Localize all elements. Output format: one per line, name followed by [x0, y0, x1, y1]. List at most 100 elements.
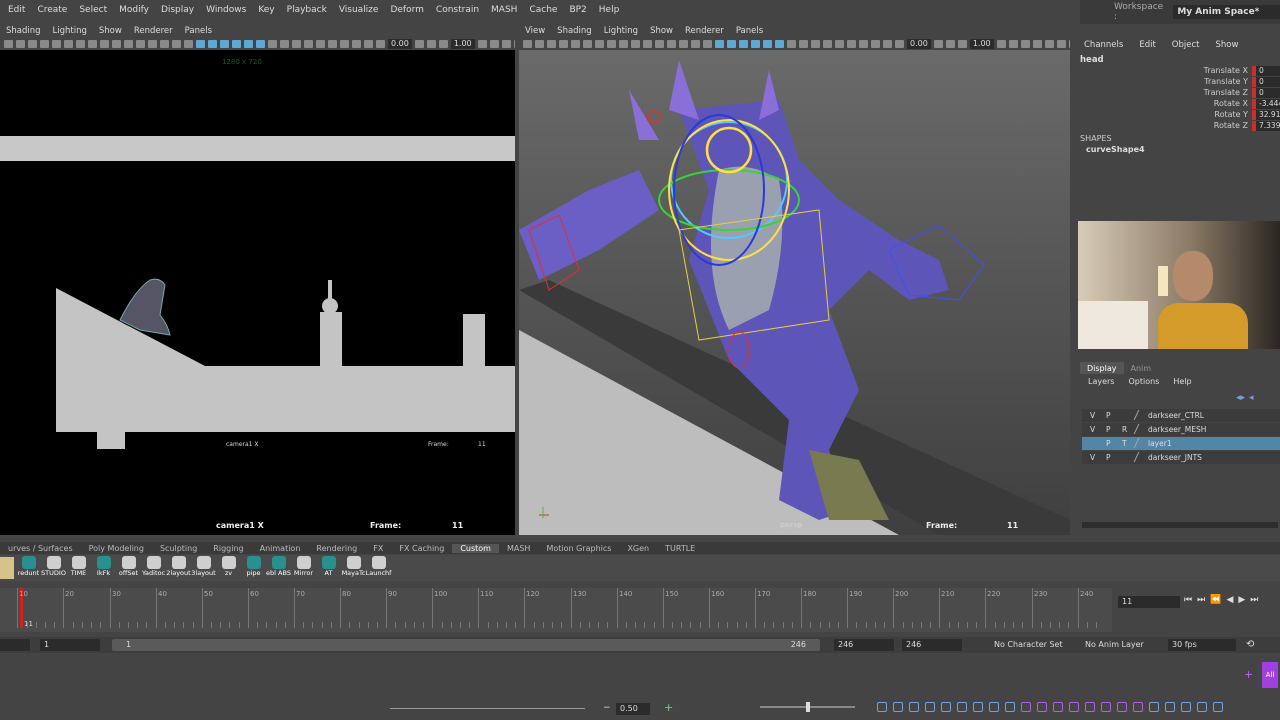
shelf-button-redunt[interactable]: redunt	[16, 555, 41, 581]
shelf-button-at[interactable]: AT	[316, 555, 341, 581]
attr-value-rotate-x[interactable]: -3.444	[1256, 99, 1280, 109]
add-purple-icon[interactable]: +	[1244, 668, 1253, 681]
viewport-tool-icon[interactable]	[595, 40, 604, 48]
layer-tab-anim[interactable]: Anim	[1124, 362, 1159, 374]
viewport-tool-icon[interactable]	[703, 40, 712, 48]
menu-display[interactable]: Display	[155, 5, 200, 15]
tool-shelf-icon[interactable]	[1213, 702, 1223, 712]
viewport-tool-icon[interactable]	[847, 40, 856, 48]
viewport-tool-icon[interactable]	[835, 40, 844, 48]
viewport-tool-icon[interactable]	[184, 40, 193, 48]
layer-row[interactable]: P Tlayer1	[1082, 437, 1280, 450]
viewport-tool-icon[interactable]	[28, 40, 37, 48]
workspace-value[interactable]: My Anim Space*	[1173, 5, 1280, 19]
blend-slider-handle[interactable]	[806, 702, 810, 712]
shelf-tab-motion-graphics[interactable]: Motion Graphics	[538, 544, 619, 553]
menu-key[interactable]: Key	[252, 5, 280, 15]
shelf-button-mayatc[interactable]: MayaTc	[341, 555, 366, 581]
shelf-button-zv[interactable]: zv	[216, 555, 241, 581]
viewport-tool-icon[interactable]	[775, 40, 784, 48]
viewport-tool-icon[interactable]	[895, 40, 904, 48]
shelf-tab-rendering[interactable]: Rendering	[308, 544, 365, 553]
tool-shelf-icon[interactable]	[1101, 702, 1111, 712]
viewport-tool-icon[interactable]	[352, 40, 361, 48]
layer-color-icon[interactable]	[1133, 438, 1147, 448]
menu-deform[interactable]: Deform	[384, 5, 429, 15]
tool-shelf-icon[interactable]	[1037, 702, 1047, 712]
shelf-left-icon[interactable]	[0, 557, 14, 579]
viewport-tool-icon[interactable]	[4, 40, 13, 48]
right_panel-menu-view[interactable]: View	[519, 26, 551, 36]
layer-scrollbar[interactable]	[1082, 522, 1278, 528]
viewport-tool-icon[interactable]	[691, 40, 700, 48]
viewport-tool-icon[interactable]	[631, 40, 640, 48]
viewport-tool-icon[interactable]	[280, 40, 289, 48]
viewport-tool-icon[interactable]	[112, 40, 121, 48]
layer-playback-toggle[interactable]: P	[1106, 425, 1111, 434]
viewport-tool-icon[interactable]	[619, 40, 628, 48]
viewport-tool-icon[interactable]	[799, 40, 808, 48]
soft-select-curve[interactable]	[390, 708, 585, 709]
tool-shelf-icon[interactable]	[925, 702, 935, 712]
tool-shelf-icon[interactable]	[893, 702, 903, 712]
right_panel-menu-panels[interactable]: Panels	[730, 26, 769, 36]
gamma-field[interactable]: 1.00	[450, 39, 475, 49]
shelf-tab-fx-caching[interactable]: FX Caching	[391, 544, 452, 553]
add-key-icon[interactable]: +	[664, 701, 673, 714]
shelf-button-offset[interactable]: offSet	[116, 555, 141, 581]
viewport-tool-icon[interactable]	[88, 40, 97, 48]
viewport-tool-icon[interactable]	[136, 40, 145, 48]
right_panel-menu-renderer[interactable]: Renderer	[679, 26, 730, 36]
viewport-tool-icon[interactable]	[100, 40, 109, 48]
layer-display-type-toggle[interactable]: R	[1122, 425, 1127, 434]
layer-row[interactable]: V Pdarkseer_CTRL	[1082, 409, 1280, 422]
menu-create[interactable]: Create	[31, 5, 73, 15]
shelf-button-mirror[interactable]: Mirror	[291, 555, 316, 581]
shelf-button-pipe[interactable]: pipe	[241, 555, 266, 581]
menu-modify[interactable]: Modify	[113, 5, 155, 15]
shelf-tab-xgen[interactable]: XGen	[619, 544, 657, 553]
tool-shelf-icon[interactable]	[941, 702, 951, 712]
shelf-button-ikfk[interactable]: IkFk	[91, 555, 116, 581]
menu-select[interactable]: Select	[73, 5, 113, 15]
attr-value-rotate-z[interactable]: 7.339	[1256, 121, 1280, 131]
viewport-tool-icon[interactable]	[489, 40, 499, 48]
viewport-tool-icon[interactable]	[751, 40, 760, 48]
viewport-tool-icon[interactable]	[1068, 40, 1070, 48]
attr-value-translate-x[interactable]: 0	[1256, 66, 1280, 76]
viewport-tool-icon[interactable]	[196, 40, 205, 48]
go-to-end-icon[interactable]: ⏭	[1250, 595, 1258, 605]
viewport-tool-icon[interactable]	[438, 40, 448, 48]
viewport-tool-icon[interactable]	[883, 40, 892, 48]
layer-move-down-icon[interactable]: ◂	[1249, 393, 1254, 403]
character-set-dropdown[interactable]: No Character Set	[994, 640, 1063, 649]
current-frame-field[interactable]: 11	[1118, 596, 1180, 608]
time-slider[interactable]: 11 10 20 30 40 50 60 70 80 90 100 110 120 130 140 150 1…	[0, 588, 1112, 632]
go-to-start-icon[interactable]: ⏮	[1184, 595, 1192, 605]
viewport-tool-icon[interactable]	[1008, 40, 1018, 48]
layer-color-icon[interactable]	[1133, 410, 1147, 420]
gamma-field[interactable]: 1.00	[969, 39, 994, 49]
range-slider[interactable]: 1 246	[112, 639, 820, 651]
viewport-tool-icon[interactable]	[414, 40, 424, 48]
shelf-tab-sculpting[interactable]: Sculpting	[152, 544, 205, 553]
viewport-tool-icon[interactable]	[148, 40, 157, 48]
layer-visibility-toggle[interactable]: V	[1090, 453, 1095, 462]
viewport-tool-icon[interactable]	[811, 40, 820, 48]
viewport-tool-icon[interactable]	[1044, 40, 1054, 48]
viewport-tool-icon[interactable]	[823, 40, 832, 48]
play-forwards-icon[interactable]: ▶	[1238, 595, 1245, 605]
step-back-frame-icon[interactable]: ⏪	[1210, 595, 1221, 605]
attr-value-rotate-y[interactable]: 32.917	[1256, 110, 1280, 120]
shelf-tab-custom[interactable]: Custom	[452, 543, 499, 553]
attr-value-translate-y[interactable]: 0	[1256, 77, 1280, 87]
viewport-tool-icon[interactable]	[655, 40, 664, 48]
channel-menu-edit[interactable]: Edit	[1131, 40, 1163, 50]
tool-shelf-icon[interactable]	[1117, 702, 1127, 712]
shelf-tab-turtle[interactable]: TURTLE	[657, 544, 703, 553]
shelf-button-time[interactable]: TIME	[66, 555, 91, 581]
tool-shelf-icon[interactable]	[1085, 702, 1095, 712]
viewport-tool-icon[interactable]	[160, 40, 169, 48]
viewport-tool-icon[interactable]	[1020, 40, 1030, 48]
viewport-tool-icon[interactable]	[244, 40, 253, 48]
